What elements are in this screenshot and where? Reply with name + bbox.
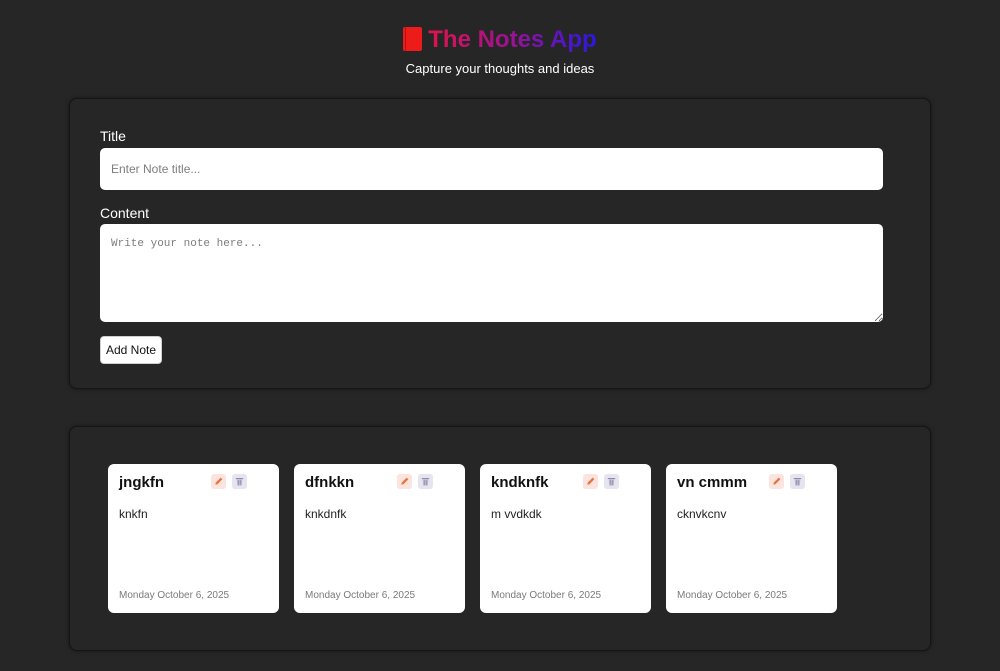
note-date: Monday October 6, 2025 — [677, 590, 788, 601]
trash-icon — [235, 478, 244, 486]
note-date: Monday October 6, 2025 — [491, 590, 602, 601]
app-title: The Notes App — [0, 26, 1000, 54]
note-actions — [211, 474, 247, 489]
book-icon — [403, 27, 423, 51]
edit-note-button[interactable] — [397, 474, 412, 489]
note-body: knkfn — [119, 507, 148, 521]
note-actions — [583, 474, 619, 489]
edit-note-button[interactable] — [211, 474, 226, 489]
note-actions — [769, 474, 805, 489]
app-subtitle: Capture your thoughts and ideas — [405, 61, 595, 76]
note-title: dfnkkn — [305, 474, 355, 491]
pencil-icon — [400, 477, 409, 486]
note-card: jngkfn knkfn Monday October 6, 2025 — [108, 464, 279, 613]
note-card: dfnkkn knkdnfk Monday October 6, 2025 — [294, 464, 465, 613]
title-label: Title — [100, 128, 126, 144]
trash-icon — [607, 478, 616, 486]
trash-icon — [421, 478, 430, 486]
note-form: Title Content Add Note — [69, 98, 931, 389]
app-title-text: The Notes App — [428, 26, 597, 53]
delete-note-button[interactable] — [232, 474, 247, 489]
content-label: Content — [100, 205, 150, 221]
pencil-icon — [214, 477, 223, 486]
edit-note-button[interactable] — [769, 474, 784, 489]
delete-note-button[interactable] — [790, 474, 805, 489]
note-title: kndknfk — [491, 474, 549, 491]
note-date: Monday October 6, 2025 — [119, 590, 230, 601]
pencil-icon — [772, 477, 781, 486]
title-input[interactable] — [100, 148, 883, 190]
note-card: vn cmmm cknvkcnv Monday October 6, 2025 — [666, 464, 837, 613]
note-actions — [397, 474, 433, 489]
delete-note-button[interactable] — [604, 474, 619, 489]
note-body: cknvkcnv — [677, 507, 727, 521]
note-title: vn cmmm — [677, 474, 748, 491]
edit-note-button[interactable] — [583, 474, 598, 489]
pencil-icon — [586, 477, 595, 486]
note-date: Monday October 6, 2025 — [305, 590, 416, 601]
trash-icon — [793, 478, 802, 486]
add-note-button[interactable]: Add Note — [100, 336, 162, 364]
content-textarea[interactable] — [100, 224, 883, 322]
note-title: jngkfn — [119, 474, 164, 491]
delete-note-button[interactable] — [418, 474, 433, 489]
notes-list: jngkfn knkfn Monday October 6, 2025 dfnk… — [69, 426, 931, 651]
note-card: kndknfk m vvdkdk Monday October 6, 2025 — [480, 464, 651, 613]
note-body: knkdnfk — [305, 507, 347, 521]
note-body: m vvdkdk — [491, 507, 542, 521]
